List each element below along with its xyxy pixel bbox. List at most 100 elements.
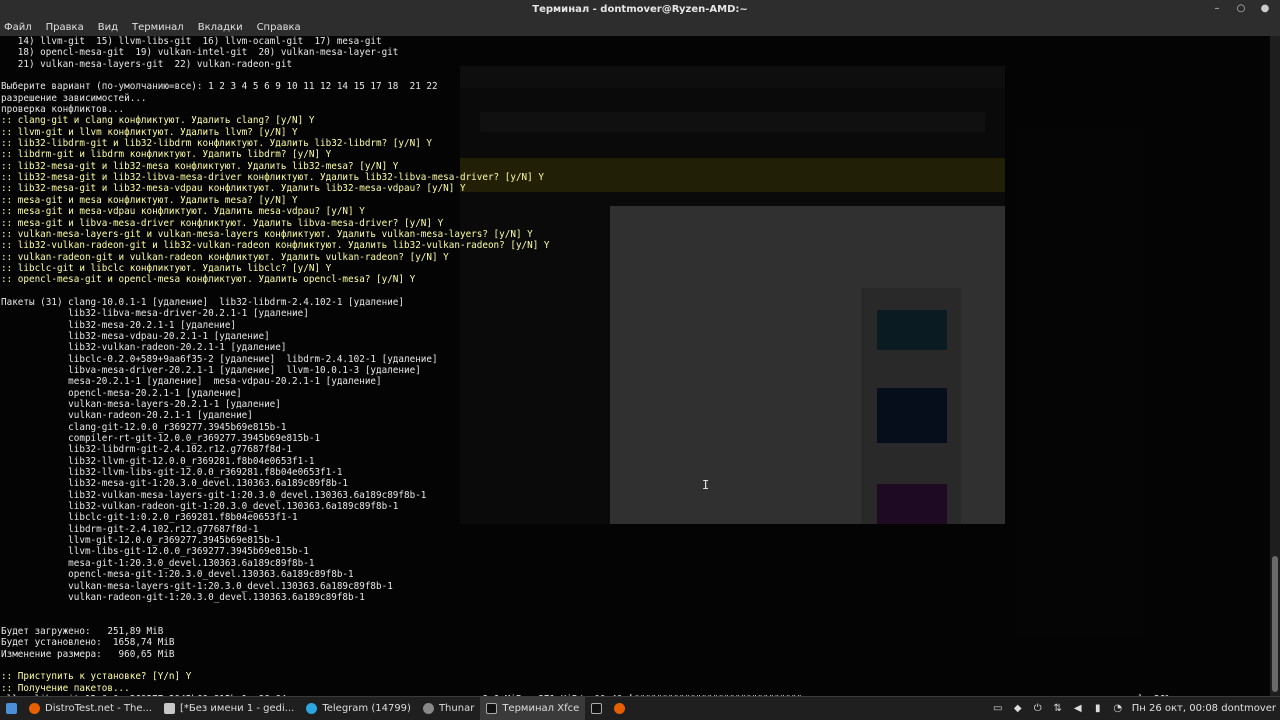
terminal-line: Будет установлено: 1658,74 MiB	[1, 637, 175, 649]
menu-help[interactable]: Справка	[257, 22, 301, 33]
menu-view[interactable]: Вид	[98, 22, 118, 33]
telegram-icon	[306, 703, 318, 714]
scrollbar-thumb[interactable]	[1272, 556, 1278, 692]
menu-bar: Файл Правка Вид Терминал Вкладки Справка	[0, 18, 1280, 36]
firefox-icon	[29, 703, 40, 714]
launcher-firefox[interactable]	[608, 697, 631, 720]
mouse-cursor-icon: I	[702, 478, 710, 492]
terminal-line: :: lib32-mesa-git и lib32-mesa конфликту…	[1, 160, 399, 172]
battery-icon[interactable]: ▮	[1092, 703, 1104, 715]
menu-tabs[interactable]: Вкладки	[198, 22, 243, 33]
terminal-line: libclc-git-1:0.2.0_r369281.f8b04e0653f1-…	[1, 512, 298, 524]
terminal-line: lib32-vulkan-radeon-20.2.1-1 [удаление]	[1, 342, 287, 354]
terminal-icon	[486, 703, 498, 714]
terminal-line: проверка конфликтов...	[1, 104, 125, 116]
terminal-line: lib32-vulkan-radeon-git-1:20.3.0_devel.1…	[1, 501, 399, 513]
volume-icon[interactable]: ◀	[1072, 703, 1084, 715]
terminal-line: Будет загружено: 251,89 MiB	[1, 625, 164, 637]
taskbar-item-firefox[interactable]: DistroTest.net - The...	[23, 697, 158, 720]
terminal-line: lib32-mesa-git-1:20.3.0_devel.130363.6a1…	[1, 478, 349, 490]
power-icon[interactable]: ⏻	[1032, 703, 1044, 715]
app-menu-icon	[6, 703, 17, 714]
terminal-line: разрешение зависимостей...	[1, 92, 147, 104]
network-icon[interactable]: ⇅	[1052, 703, 1064, 715]
maximize-icon[interactable]: ○	[1234, 2, 1248, 16]
terminal-line: lib32-mesa-vdpau-20.2.1-1 [удаление]	[1, 330, 270, 342]
whisker-menu-button[interactable]	[0, 697, 23, 720]
terminal-line: lib32-llvm-libs-git-12.0.0_r369281.f8b04…	[1, 467, 343, 479]
terminal-line: :: mesa-git и libva-mesa-driver конфликт…	[1, 217, 444, 229]
terminal-line: 14) llvm-git 15) llvm-libs-git 16) llvm-…	[1, 36, 382, 47]
taskbar-item-telegram[interactable]: Telegram (14799)	[300, 697, 417, 720]
terminal-line: :: clang-git и clang конфликтуют. Удалит…	[1, 115, 315, 127]
terminal-line: llvm-libs-git-12.0.0_r369277.3945b69e815…	[1, 546, 309, 558]
terminal-line: mesa-git-1:20.3.0_devel.130363.6a189c89f…	[1, 557, 315, 569]
terminal-line: Пакеты (31) clang-10.0.1-1 [удаление] li…	[1, 296, 404, 308]
launcher-terminal[interactable]	[585, 697, 608, 720]
terminal-line: :: mesa-git и mesa-vdpau конфликтуют. Уд…	[1, 206, 365, 218]
taskbar-item-gedit[interactable]: [*Без имени 1 - gedi...	[158, 697, 300, 720]
terminal-line: vulkan-radeon-git-1:20.3.0_devel.130363.…	[1, 591, 365, 603]
terminal-line: lib32-mesa-20.2.1-1 [удаление]	[1, 319, 237, 331]
terminal-line: mesa-20.2.1-1 [удаление] mesa-vdpau-20.2…	[1, 376, 382, 388]
dropbox-icon[interactable]: ◆	[1012, 703, 1024, 715]
minimize-icon[interactable]: –	[1210, 2, 1224, 16]
terminal-line: 18) opencl-mesa-git 19) vulkan-intel-git…	[1, 47, 399, 59]
thunar-icon	[422, 703, 434, 714]
taskbar-item-label: Thunar	[438, 703, 475, 714]
taskbar: DistroTest.net - The... [*Без имени 1 - …	[0, 696, 1280, 720]
terminal-line: :: libclc-git и libclc конфликтуют. Удал…	[1, 262, 332, 274]
taskbar-item-label: DistroTest.net - The...	[45, 703, 153, 714]
terminal-line: libdrm-git-2.4.102.r12.g77687f8d-1	[1, 523, 259, 535]
taskbar-item-thunar[interactable]: Thunar	[417, 697, 480, 720]
terminal-line: :: libdrm-git и libdrm конфликтуют. Удал…	[1, 149, 332, 161]
terminal-line: vulkan-mesa-layers-20.2.1-1 [удаление]	[1, 399, 281, 410]
gedit-icon	[164, 703, 176, 714]
firefox-launcher-icon	[614, 703, 626, 714]
terminal-line: opencl-mesa-20.2.1-1 [удаление]	[1, 387, 242, 399]
terminal-line: vulkan-radeon-20.2.1-1 [удаление]	[1, 410, 253, 422]
window-titlebar[interactable]: Терминал - dontmover@Ryzen-AMD:~ – ○ ●	[0, 0, 1280, 18]
workspace-switcher-icon[interactable]: ▭	[992, 703, 1004, 715]
terminal-line: :: lib32-mesa-git и lib32-mesa-vdpau кон…	[1, 183, 466, 195]
terminal-line: lib32-vulkan-mesa-layers-git-1:20.3.0_de…	[1, 489, 427, 501]
clock[interactable]: Пн 26 окт, 00:08 dontmover	[1132, 703, 1276, 714]
system-tray: ▭ ◆ ⏻ ⇅ ◀ ▮ ◔ Пн 26 окт, 00:08 dontmover	[992, 703, 1280, 715]
window-controls: – ○ ●	[1210, 2, 1272, 16]
terminal-scrollbar[interactable]	[1270, 36, 1280, 696]
terminal-line: :: lib32-libdrm-git и lib32-libdrm конфл…	[1, 138, 432, 150]
terminal-line: clang-git-12.0.0_r369277.3945b69e815b-1	[1, 421, 287, 433]
terminal-line: lib32-llvm-git-12.0.0_r369281.f8b04e0653…	[1, 455, 315, 467]
close-icon[interactable]: ●	[1258, 2, 1272, 16]
terminal-launcher-icon	[591, 703, 603, 714]
terminal-line: lib32-libdrm-git-2.4.102.r12.g77687f8d-1	[1, 444, 293, 456]
window-title: Терминал - dontmover@Ryzen-AMD:~	[532, 3, 748, 15]
terminal-line: Выберите вариант (по-умолчанию=все): 1 2…	[1, 81, 438, 93]
menu-terminal[interactable]: Терминал	[132, 22, 184, 33]
terminal-line: :: lib32-mesa-git и lib32-libva-mesa-dri…	[1, 172, 544, 184]
terminal-line: :: vulkan-mesa-layers-git и vulkan-mesa-…	[1, 228, 533, 240]
taskbar-item-terminal[interactable]: Терминал Xfce	[480, 696, 586, 720]
terminal-line: :: vulkan-radeon-git и vulkan-radeon кон…	[1, 251, 449, 263]
terminal-line: libva-mesa-driver-20.2.1-1 [удаление] ll…	[1, 364, 421, 376]
terminal-line: vulkan-mesa-layers-git-1:20.3.0_devel.13…	[1, 580, 393, 592]
notifications-icon[interactable]: ◔	[1112, 703, 1124, 715]
terminal-line: lib32-libva-mesa-driver-20.2.1-1 [удален…	[1, 308, 309, 320]
terminal-line: :: llvm-git и llvm конфликтуют. Удалить …	[1, 126, 298, 138]
terminal-output[interactable]: 14) llvm-git 15) llvm-libs-git 16) llvm-…	[0, 36, 1270, 705]
terminal-line: compiler-rt-git-12.0.0_r369277.3945b69e8…	[1, 433, 321, 445]
terminal-line: llvm-git-12.0.0_r369277.3945b69e815b-1	[1, 535, 281, 547]
terminal-line: libclc-0.2.0+589+9aa6f35-2 [удаление] li…	[1, 353, 438, 365]
terminal-line: opencl-mesa-git-1:20.3.0_devel.130363.6a…	[1, 569, 354, 581]
terminal-line: 21) vulkan-mesa-layers-git 22) vulkan-ra…	[1, 58, 293, 70]
menu-edit[interactable]: Правка	[46, 22, 84, 33]
menu-file[interactable]: Файл	[4, 22, 32, 33]
terminal-line: :: Получение пакетов...	[1, 682, 130, 694]
terminal-line: :: Приступить к установке? [Y/n] Y	[1, 671, 192, 683]
terminal-line: :: opencl-mesa-git и opencl-mesa конфлик…	[1, 274, 416, 286]
taskbar-item-label: Терминал Xfce	[502, 703, 580, 714]
